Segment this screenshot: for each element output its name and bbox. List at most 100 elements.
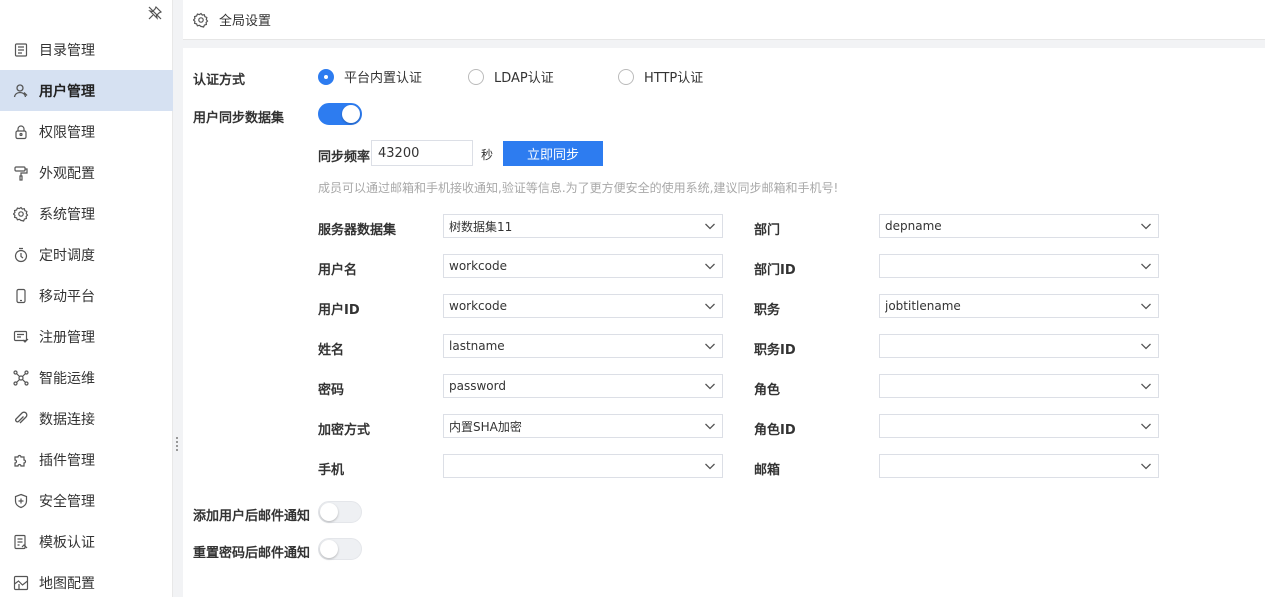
chevron-down-icon [1140,220,1152,232]
sidebar-item-label: 移动平台 [39,288,95,305]
field-label-dataset: 服务器数据集 [318,223,397,238]
sidebar-item-label: 外观配置 [39,165,95,182]
shield-icon [13,493,29,509]
chevron-down-icon [704,220,716,232]
sidebar-item-system[interactable]: 系统管理 [0,193,173,234]
puzzle-icon [13,452,29,468]
role-select[interactable] [879,374,1159,398]
select-value: workcode [449,299,507,313]
chevron-down-icon [1140,460,1152,472]
sidebar-item-users[interactable]: 用户管理 [0,70,173,111]
auth-option-ldap[interactable]: LDAP认证 [468,67,618,86]
sidebar-item-mobile[interactable]: 移动平台 [0,275,173,316]
field-label-job-title: 职务 [754,303,781,318]
chevron-down-icon [704,380,716,392]
department-select[interactable]: depname [879,214,1159,238]
field-label-job-title-id: 职务ID [754,343,796,358]
chevron-down-icon [704,420,716,432]
field-label-department-id: 部门ID [754,263,796,278]
radio-unchecked-icon [468,68,484,85]
select-value: password [449,379,506,393]
notify-reset-password-toggle[interactable] [318,538,362,560]
sync-frequency-input[interactable] [371,140,473,166]
mobile-icon [13,288,29,304]
sidebar-item-label: 权限管理 [39,124,95,141]
chevron-down-icon [704,460,716,472]
chevron-down-icon [1140,380,1152,392]
field-label-role-id: 角色ID [754,423,796,438]
sidebar-item-data-connect[interactable]: 数据连接 [0,398,173,439]
sidebar-item-register[interactable]: 注册管理 [0,316,173,357]
username-select[interactable]: workcode [443,254,723,278]
map-icon [13,575,29,591]
sync-frequency-unit: 秒 [481,148,494,162]
chevron-down-icon [1140,420,1152,432]
panel-splitter[interactable] [173,0,183,597]
sidebar-item-label: 模板认证 [39,534,95,551]
field-label-email: 邮箱 [754,463,781,478]
sidebar-item-permissions[interactable]: 权限管理 [0,111,173,152]
sidebar-item-security[interactable]: 安全管理 [0,480,173,521]
sidebar-item-schedule[interactable]: 定时调度 [0,234,173,275]
notify-add-user-toggle[interactable] [318,501,362,523]
link-icon [13,411,29,427]
chevron-down-icon [704,260,716,272]
sidebar-item-appearance[interactable]: 外观配置 [0,152,173,193]
radio-checked-icon [318,68,334,85]
job-title-select[interactable]: jobtitlename [879,294,1159,318]
userid-select[interactable]: workcode [443,294,723,318]
network-icon [13,369,29,386]
select-value: 树数据集11 [449,219,513,234]
gear-icon [193,12,209,28]
sync-now-button[interactable]: 立即同步 [503,141,603,166]
role-id-select[interactable] [879,414,1159,438]
department-id-select[interactable] [879,254,1159,278]
name-select[interactable]: lastname [443,334,723,358]
field-label-department: 部门 [754,223,781,238]
auth-method-label: 认证方式 [193,73,246,88]
encryption-select[interactable]: 内置SHA加密 [443,414,723,438]
timer-icon [13,247,29,263]
sidebar-item-catalog[interactable]: 目录管理 [0,29,173,70]
sidebar-item-map[interactable]: 地图配置 [0,562,173,597]
sidebar-item-plugins[interactable]: 插件管理 [0,439,173,480]
notify-add-user-label: 添加用户后邮件通知 [193,509,311,524]
phone-select[interactable] [443,454,723,478]
email-select[interactable] [879,454,1159,478]
sidebar-nav: 目录管理 用户管理 权限管理 外观配置 系统管理 定时调度 移动平台 注册管理 [0,29,173,597]
sidebar-item-label: 用户管理 [39,83,95,100]
field-label-role: 角色 [754,383,781,398]
chevron-down-icon [704,300,716,312]
sidebar-item-ops[interactable]: 智能运维 [0,357,173,398]
job-title-id-select[interactable] [879,334,1159,358]
sidebar-item-template-auth[interactable]: 模板认证 [0,521,173,562]
pin-icon[interactable] [147,5,163,21]
field-label-phone: 手机 [318,463,345,478]
toggle-knob [320,503,338,521]
select-value: jobtitlename [885,299,961,313]
toggle-knob [342,105,360,123]
notify-reset-password-label: 重置密码后邮件通知 [193,546,311,561]
sidebar: 目录管理 用户管理 权限管理 外观配置 系统管理 定时调度 移动平台 注册管理 [0,0,173,597]
radio-unchecked-icon [618,68,634,85]
chevron-down-icon [1140,300,1152,312]
auth-option-http[interactable]: HTTP认证 [618,67,703,86]
chevron-down-icon [1140,260,1152,272]
sidebar-item-label: 系统管理 [39,206,95,223]
user-sync-toggle[interactable] [318,103,362,125]
lock-icon [13,124,29,140]
sidebar-item-label: 目录管理 [39,42,95,59]
sidebar-item-label: 注册管理 [39,329,95,346]
sidebar-item-label: 定时调度 [39,247,95,264]
select-value: depname [885,219,942,233]
server-dataset-select[interactable]: 树数据集11 [443,214,723,238]
settings-panel: 认证方式 平台内置认证 LDAP认证 HTTP认证 用户同步数据集 同步频率 秒… [183,48,1265,597]
field-label-userid: 用户ID [318,303,360,318]
sidebar-item-label: 数据连接 [39,411,95,428]
password-select[interactable]: password [443,374,723,398]
drag-handle-icon[interactable] [176,437,180,451]
select-value: workcode [449,259,507,273]
chevron-down-icon [1140,340,1152,352]
auth-option-builtin[interactable]: 平台内置认证 [318,67,468,86]
sidebar-item-label: 插件管理 [39,452,95,469]
